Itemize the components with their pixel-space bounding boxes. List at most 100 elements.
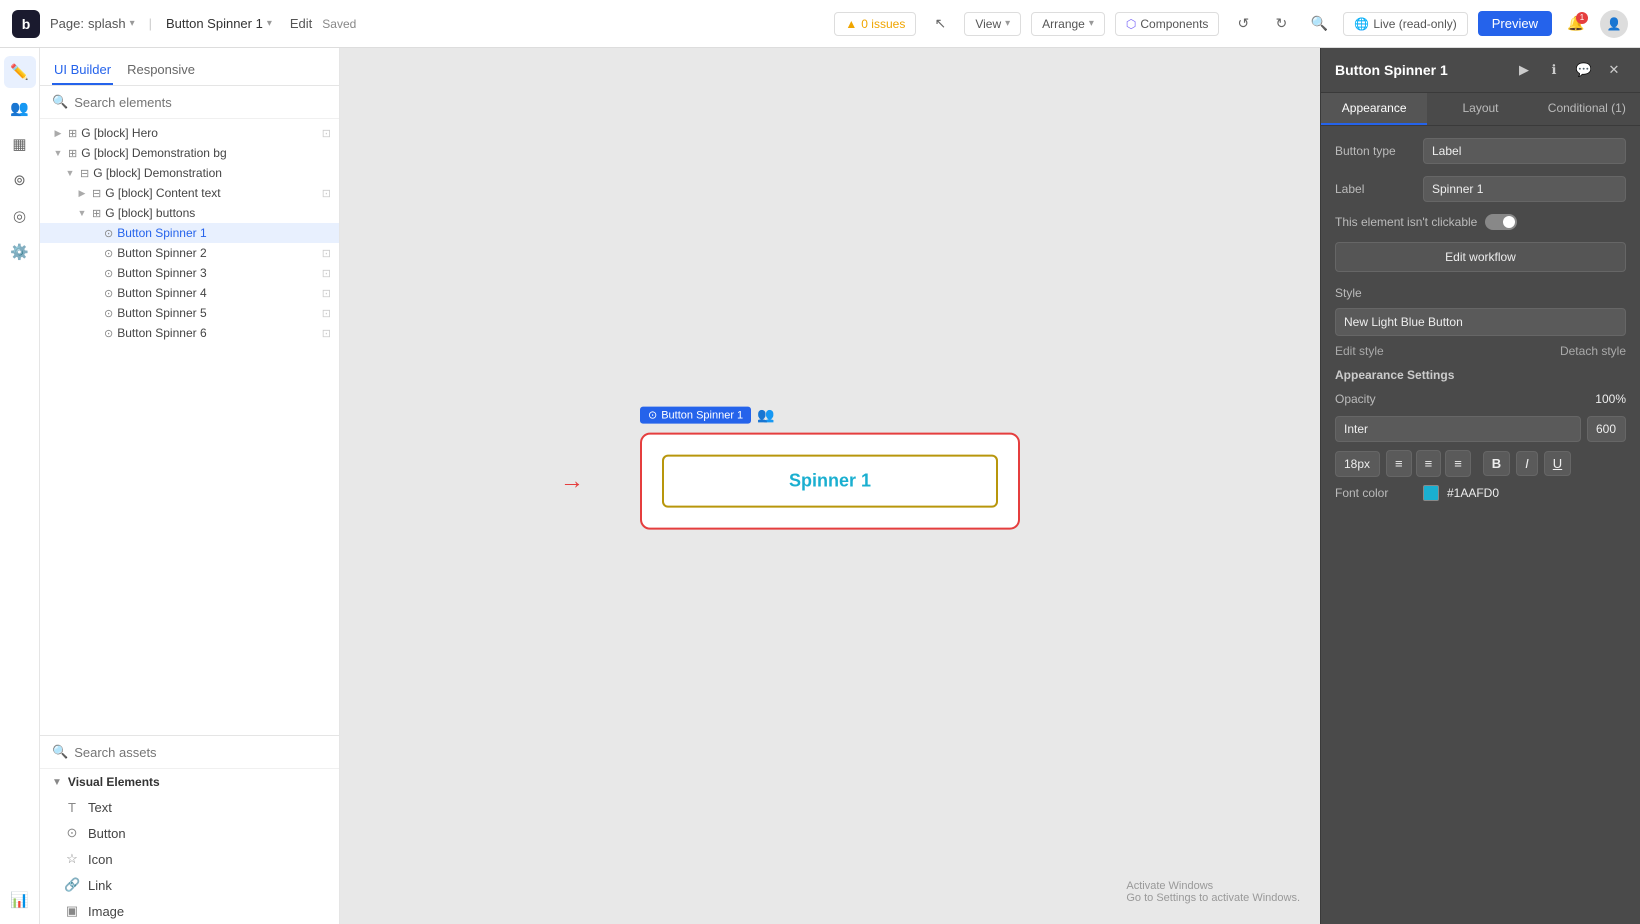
tree-action-icon: ⊡ bbox=[322, 267, 331, 280]
search-icon: 🔍 bbox=[52, 94, 68, 110]
tree-item-spinner5[interactable]: ⊙ Button Spinner 5 ⊡ bbox=[40, 303, 339, 323]
tree-collapse-icon: ▼ bbox=[52, 148, 64, 158]
font-color-swatch[interactable] bbox=[1423, 485, 1439, 501]
ui-builder-icon[interactable]: ✏️ bbox=[4, 56, 36, 88]
font-size-select[interactable]: 18px bbox=[1335, 451, 1380, 477]
globe-icon: 🌐 bbox=[1354, 17, 1369, 31]
settings-icon[interactable]: ⚙️ bbox=[4, 236, 36, 268]
view-button[interactable]: View ▾ bbox=[964, 12, 1021, 36]
avatar[interactable]: 👤 bbox=[1600, 10, 1628, 38]
icon-icon: ☆ bbox=[64, 851, 80, 867]
tree-collapse-icon: ▼ bbox=[64, 168, 76, 178]
tree-item-content-text[interactable]: ▶ ⊟ G [block] Content text ⊡ bbox=[40, 183, 339, 203]
style-select[interactable]: New Light Blue Button bbox=[1335, 308, 1626, 336]
italic-button[interactable]: I bbox=[1516, 451, 1538, 476]
workflows-icon[interactable]: 👥 bbox=[4, 92, 36, 124]
tab-layout[interactable]: Layout bbox=[1427, 93, 1533, 125]
preview-button[interactable]: Preview bbox=[1478, 11, 1552, 36]
ve-item-image[interactable]: ▣ Image bbox=[40, 898, 339, 924]
ve-item-label: Button bbox=[88, 826, 126, 841]
align-buttons: ≡ ≡ ≡ bbox=[1386, 450, 1471, 477]
arrange-button[interactable]: Arrange ▾ bbox=[1031, 12, 1105, 36]
close-icon[interactable]: ✕ bbox=[1602, 58, 1626, 82]
font-color-value: #1AAFD0 bbox=[1447, 486, 1499, 500]
button-type-label: Button type bbox=[1335, 144, 1415, 158]
notifications-icon[interactable]: 🔔1 bbox=[1562, 10, 1590, 38]
search-icon[interactable]: 🔍 bbox=[1305, 10, 1333, 38]
tree-item-label: G [block] Demonstration bg bbox=[81, 146, 331, 160]
tree-item-spinner6[interactable]: ⊙ Button Spinner 6 ⊡ bbox=[40, 323, 339, 343]
ve-item-button[interactable]: ⊙ Button bbox=[40, 820, 339, 846]
canvas-button-inner[interactable]: Spinner 1 bbox=[662, 455, 998, 508]
detach-style-link[interactable]: Detach style bbox=[1560, 344, 1626, 358]
ve-item-icon[interactable]: ☆ Icon bbox=[40, 846, 339, 872]
tab-appearance[interactable]: Appearance bbox=[1321, 93, 1427, 125]
spinner-badge-icon: ⊙ bbox=[648, 409, 657, 422]
info-icon[interactable]: ℹ bbox=[1542, 58, 1566, 82]
issues-button[interactable]: ▲ 0 issues bbox=[834, 12, 916, 36]
component-selector[interactable]: Button Spinner 1 ▾ bbox=[166, 16, 272, 31]
bold-button[interactable]: B bbox=[1483, 451, 1510, 476]
ve-item-link[interactable]: 🔗 Link bbox=[40, 872, 339, 898]
tree-item-spinner2[interactable]: ⊙ Button Spinner 2 ⊡ bbox=[40, 243, 339, 263]
comment-icon[interactable]: 💬 bbox=[1572, 58, 1596, 82]
visual-elements-header[interactable]: ▼ Visual Elements bbox=[40, 769, 339, 795]
style-links: Edit style Detach style bbox=[1335, 344, 1626, 358]
tree-item-spinner4[interactable]: ⊙ Button Spinner 4 ⊡ bbox=[40, 283, 339, 303]
underline-button[interactable]: U bbox=[1544, 451, 1571, 476]
canvas-element-actions: 👥 bbox=[757, 407, 774, 424]
tree-item-demo-bg[interactable]: ▼ ⊞ G [block] Demonstration bg bbox=[40, 143, 339, 163]
data-icon[interactable]: ▦ bbox=[4, 128, 36, 160]
edit-style-link[interactable]: Edit style bbox=[1335, 344, 1384, 358]
database-icon[interactable]: ⊚ bbox=[4, 164, 36, 196]
left-panel-tabs: UI Builder Responsive bbox=[40, 48, 339, 86]
right-panel-body: Button type Label Label This element isn… bbox=[1321, 126, 1640, 924]
redo-icon[interactable]: ↻ bbox=[1267, 10, 1295, 38]
assets-search-input[interactable] bbox=[74, 745, 327, 760]
search-elements-input[interactable] bbox=[74, 95, 327, 110]
plugins-icon[interactable]: ◎ bbox=[4, 200, 36, 232]
play-icon[interactable]: ▶ bbox=[1512, 58, 1536, 82]
search-elements-box: 🔍 bbox=[40, 86, 339, 119]
live-button[interactable]: 🌐 Live (read-only) bbox=[1343, 12, 1467, 36]
pointer-icon[interactable]: ↖ bbox=[926, 10, 954, 38]
align-right-button[interactable]: ≡ bbox=[1445, 450, 1471, 477]
spinner-icon: ⊙ bbox=[104, 227, 113, 240]
align-center-button[interactable]: ≡ bbox=[1416, 450, 1442, 477]
undo-icon[interactable]: ↺ bbox=[1229, 10, 1257, 38]
left-icon-sidebar: ✏️ 👥 ▦ ⊚ ◎ ⚙️ 📊 bbox=[0, 48, 40, 924]
tree-item-spinner3[interactable]: ⊙ Button Spinner 3 ⊡ bbox=[40, 263, 339, 283]
font-select[interactable]: Inter bbox=[1335, 416, 1581, 442]
warning-icon: ▲ bbox=[845, 17, 857, 31]
canvas-selected-box[interactable]: Spinner 1 bbox=[640, 433, 1020, 530]
align-left-button[interactable]: ≡ bbox=[1386, 450, 1412, 477]
label-field-label: Label bbox=[1335, 182, 1415, 196]
component-chevron-icon: ▾ bbox=[267, 18, 272, 29]
ve-item-text[interactable]: T Text bbox=[40, 795, 339, 820]
label-input[interactable] bbox=[1423, 176, 1626, 202]
view-label: View bbox=[975, 17, 1001, 31]
font-weight-select[interactable]: 600 bbox=[1587, 416, 1626, 442]
canvas-action-icon[interactable]: 👥 bbox=[757, 407, 774, 424]
page-selector[interactable]: Page: splash ▾ bbox=[50, 16, 135, 31]
button-type-select[interactable]: Label bbox=[1423, 138, 1626, 164]
tab-responsive[interactable]: Responsive bbox=[125, 56, 197, 85]
ve-item-label: Link bbox=[88, 878, 112, 893]
spinner-icon: ⊙ bbox=[104, 247, 113, 260]
tree-item-spinner1[interactable]: ⊙ Button Spinner 1 bbox=[40, 223, 339, 243]
not-clickable-toggle[interactable] bbox=[1485, 214, 1517, 230]
cube-icon: ⬡ bbox=[1126, 17, 1136, 31]
components-label: Components bbox=[1140, 17, 1208, 31]
components-button[interactable]: ⬡ Components bbox=[1115, 12, 1220, 36]
canvas-element-badge[interactable]: ⊙ Button Spinner 1 bbox=[640, 407, 751, 424]
tree-item-hero[interactable]: ▶ ⊞ G [block] Hero ⊡ bbox=[40, 123, 339, 143]
tree-item-buttons[interactable]: ▼ ⊞ G [block] buttons bbox=[40, 203, 339, 223]
edit-workflow-button[interactable]: Edit workflow bbox=[1335, 242, 1626, 272]
analytics-icon[interactable]: 📊 bbox=[4, 884, 36, 916]
right-panel-header: Button Spinner 1 ▶ ℹ 💬 ✕ bbox=[1321, 48, 1640, 93]
tab-ui-builder[interactable]: UI Builder bbox=[52, 56, 113, 85]
element-tree: ▶ ⊞ G [block] Hero ⊡ ▼ ⊞ G [block] Demon… bbox=[40, 119, 339, 735]
tab-conditional[interactable]: Conditional (1) bbox=[1534, 93, 1640, 125]
visual-elements-list: T Text ⊙ Button ☆ Icon 🔗 Link ▣ Image bbox=[40, 795, 339, 924]
tree-item-demo[interactable]: ▼ ⊟ G [block] Demonstration bbox=[40, 163, 339, 183]
